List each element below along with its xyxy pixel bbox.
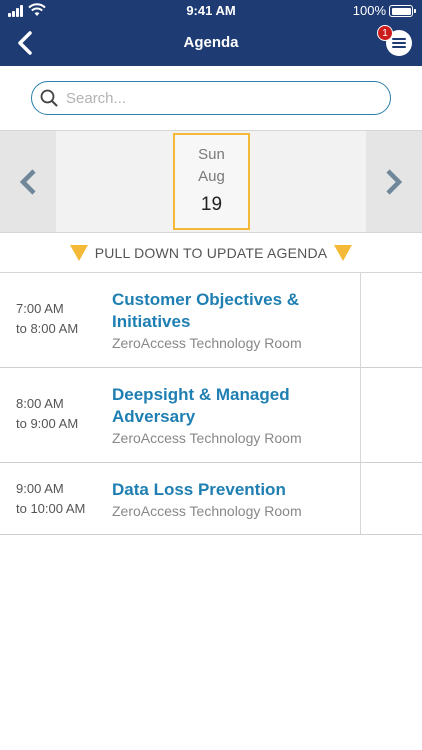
search-icon (40, 89, 58, 107)
session-room: ZeroAccess Technology Room (112, 503, 302, 519)
row-divider (360, 463, 361, 534)
session-start-time: 9:00 AM (16, 481, 64, 496)
selected-date[interactable]: Sun Aug 19 (173, 133, 250, 230)
session-end-time: to 9:00 AM (16, 416, 79, 431)
session-start-time: 7:00 AM (16, 301, 64, 316)
previous-day-button[interactable] (0, 131, 56, 232)
session-time: 9:00 AM to 10:00 AM (16, 479, 85, 519)
page-title: Agenda (183, 34, 239, 51)
session-end-time: to 10:00 AM (16, 501, 86, 516)
search-field[interactable] (31, 81, 391, 115)
session-end-time: to 8:00 AM (16, 321, 79, 336)
agenda-list: 7:00 AM to 8:00 AM Customer Objectives &… (0, 273, 422, 535)
date-day-of-week: Sun (198, 146, 225, 163)
battery-percentage: 100% (352, 3, 386, 18)
date-day-number: 19 (200, 194, 223, 215)
notification-badge: 1 (377, 25, 393, 41)
chevron-left-icon (19, 168, 36, 195)
app-header: 9:41 AM 100% Agenda 1 (0, 0, 422, 66)
session-title[interactable]: Deepsight & Managed Adversary (112, 384, 302, 428)
session-time: 8:00 AM to 9:00 AM (16, 394, 78, 434)
next-day-button[interactable] (366, 131, 422, 232)
status-bar: 9:41 AM 100% (0, 0, 422, 22)
session-title[interactable]: Customer Objectives & Initiatives (112, 289, 352, 333)
pull-to-refresh-hint: PULL DOWN TO UPDATE AGENDA (0, 233, 422, 273)
search-input[interactable] (66, 86, 376, 110)
session-room: ZeroAccess Technology Room (112, 335, 302, 351)
row-divider (360, 273, 361, 367)
agenda-item[interactable]: 8:00 AM to 9:00 AM Deepsight & Managed A… (0, 368, 422, 463)
date-selector: Sun Aug 19 (0, 130, 422, 233)
triangle-down-icon (334, 244, 353, 261)
agenda-item[interactable]: 9:00 AM to 10:00 AM Data Loss Prevention… (0, 463, 422, 535)
session-start-time: 8:00 AM (16, 396, 64, 411)
session-room: ZeroAccess Technology Room (112, 430, 302, 446)
session-title[interactable]: Data Loss Prevention (112, 479, 352, 501)
row-divider (360, 368, 361, 462)
agenda-item[interactable]: 7:00 AM to 8:00 AM Customer Objectives &… (0, 273, 422, 368)
triangle-down-icon (69, 244, 88, 261)
search-bar (0, 66, 422, 130)
pull-hint-text: PULL DOWN TO UPDATE AGENDA (94, 244, 328, 261)
chevron-right-icon (386, 168, 403, 195)
hamburger-menu-icon (392, 38, 406, 48)
session-time: 7:00 AM to 8:00 AM (16, 299, 78, 339)
date-month: Aug (198, 168, 225, 185)
battery-icon (389, 5, 416, 17)
